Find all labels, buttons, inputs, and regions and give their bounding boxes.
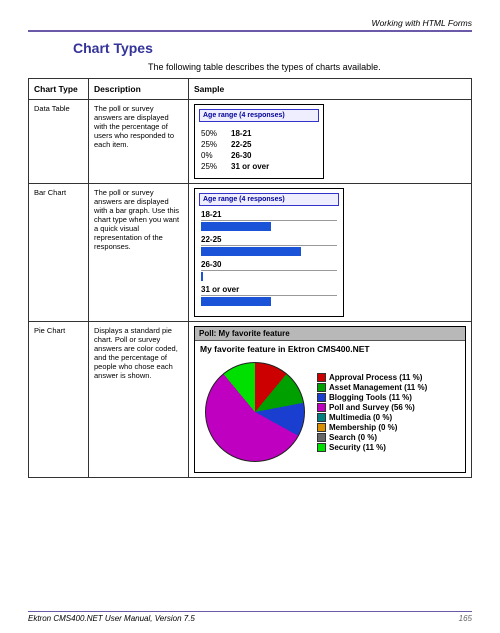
legend-item: Multimedia (0 %) (317, 413, 427, 422)
header-rule (28, 30, 472, 32)
cell-desc: The poll or survey answers are displayed… (89, 100, 189, 184)
legend-swatch (317, 413, 326, 422)
pie-titlebar: Poll: My favorite feature (195, 327, 465, 341)
chart-types-table: Chart Type Description Sample Data Table… (28, 78, 472, 478)
page-number: 165 (459, 614, 472, 623)
col-chart-type: Chart Type (29, 79, 89, 100)
pie-chart-sample: Poll: My favorite feature My favorite fe… (194, 326, 466, 473)
data-table-row: 25%31 or over (201, 161, 317, 172)
legend-item: Membership (0 %) (317, 423, 427, 432)
footer-rule (28, 611, 472, 613)
pie-subtitle: My favorite feature in Ektron CMS400.NET (195, 341, 465, 356)
bar-item: 22-25 (201, 235, 337, 256)
row-pie-chart: Pie Chart Displays a standard pie chart.… (29, 322, 472, 478)
page-header-right: Working with HTML Forms (28, 18, 472, 28)
legend-item: Blogging Tools (11 %) (317, 393, 427, 402)
bar-chart-sample: Age range (4 responses) 18-21 22-25 26-3… (194, 188, 344, 317)
cell-sample: Age range (4 responses) 18-21 22-25 26-3… (189, 184, 472, 322)
legend-swatch (317, 443, 326, 452)
footer-manual-title: Ektron CMS400.NET User Manual, Version 7… (28, 614, 195, 623)
bar-item: 31 or over (201, 285, 337, 306)
bar (201, 222, 271, 231)
pie-legend: Approval Process (11 %) Asset Management… (317, 372, 427, 453)
cell-sample: Poll: My favorite feature My favorite fe… (189, 322, 472, 478)
bar-chart-title: Age range (4 responses) (199, 193, 339, 206)
pie-chart (199, 358, 311, 466)
page-footer: Ektron CMS400.NET User Manual, Version 7… (28, 611, 472, 624)
bar (201, 272, 203, 281)
legend-swatch (317, 403, 326, 412)
legend-item: Security (11 %) (317, 443, 427, 452)
legend-item: Poll and Survey (56 %) (317, 403, 427, 412)
legend-swatch (317, 433, 326, 442)
col-sample: Sample (189, 79, 472, 100)
bar (201, 247, 301, 256)
legend-swatch (317, 373, 326, 382)
cell-name: Bar Chart (29, 184, 89, 322)
data-table-row: 25%22-25 (201, 139, 317, 150)
col-description: Description (89, 79, 189, 100)
legend-swatch (317, 383, 326, 392)
cell-name: Data Table (29, 100, 89, 184)
data-table-row: 0%26-30 (201, 150, 317, 161)
legend-item: Asset Management (11 %) (317, 383, 427, 392)
data-table-row: 50%18-21 (201, 128, 317, 139)
section-title: Chart Types (73, 40, 472, 56)
bar (201, 297, 271, 306)
bar-item: 26-30 (201, 260, 337, 281)
row-data-table: Data Table The poll or survey answers ar… (29, 100, 472, 184)
row-bar-chart: Bar Chart The poll or survey answers are… (29, 184, 472, 322)
data-table-title: Age range (4 responses) (199, 109, 319, 122)
bar-item: 18-21 (201, 210, 337, 231)
cell-desc: The poll or survey answers are displayed… (89, 184, 189, 322)
legend-item: Approval Process (11 %) (317, 373, 427, 382)
legend-swatch (317, 423, 326, 432)
cell-desc: Displays a standard pie chart. Poll or s… (89, 322, 189, 478)
cell-sample: Age range (4 responses) 50%18-21 25%22-2… (189, 100, 472, 184)
cell-name: Pie Chart (29, 322, 89, 478)
section-intro: The following table describes the types … (148, 62, 472, 72)
data-table-sample: Age range (4 responses) 50%18-21 25%22-2… (194, 104, 324, 179)
legend-swatch (317, 393, 326, 402)
legend-item: Search (0 %) (317, 433, 427, 442)
